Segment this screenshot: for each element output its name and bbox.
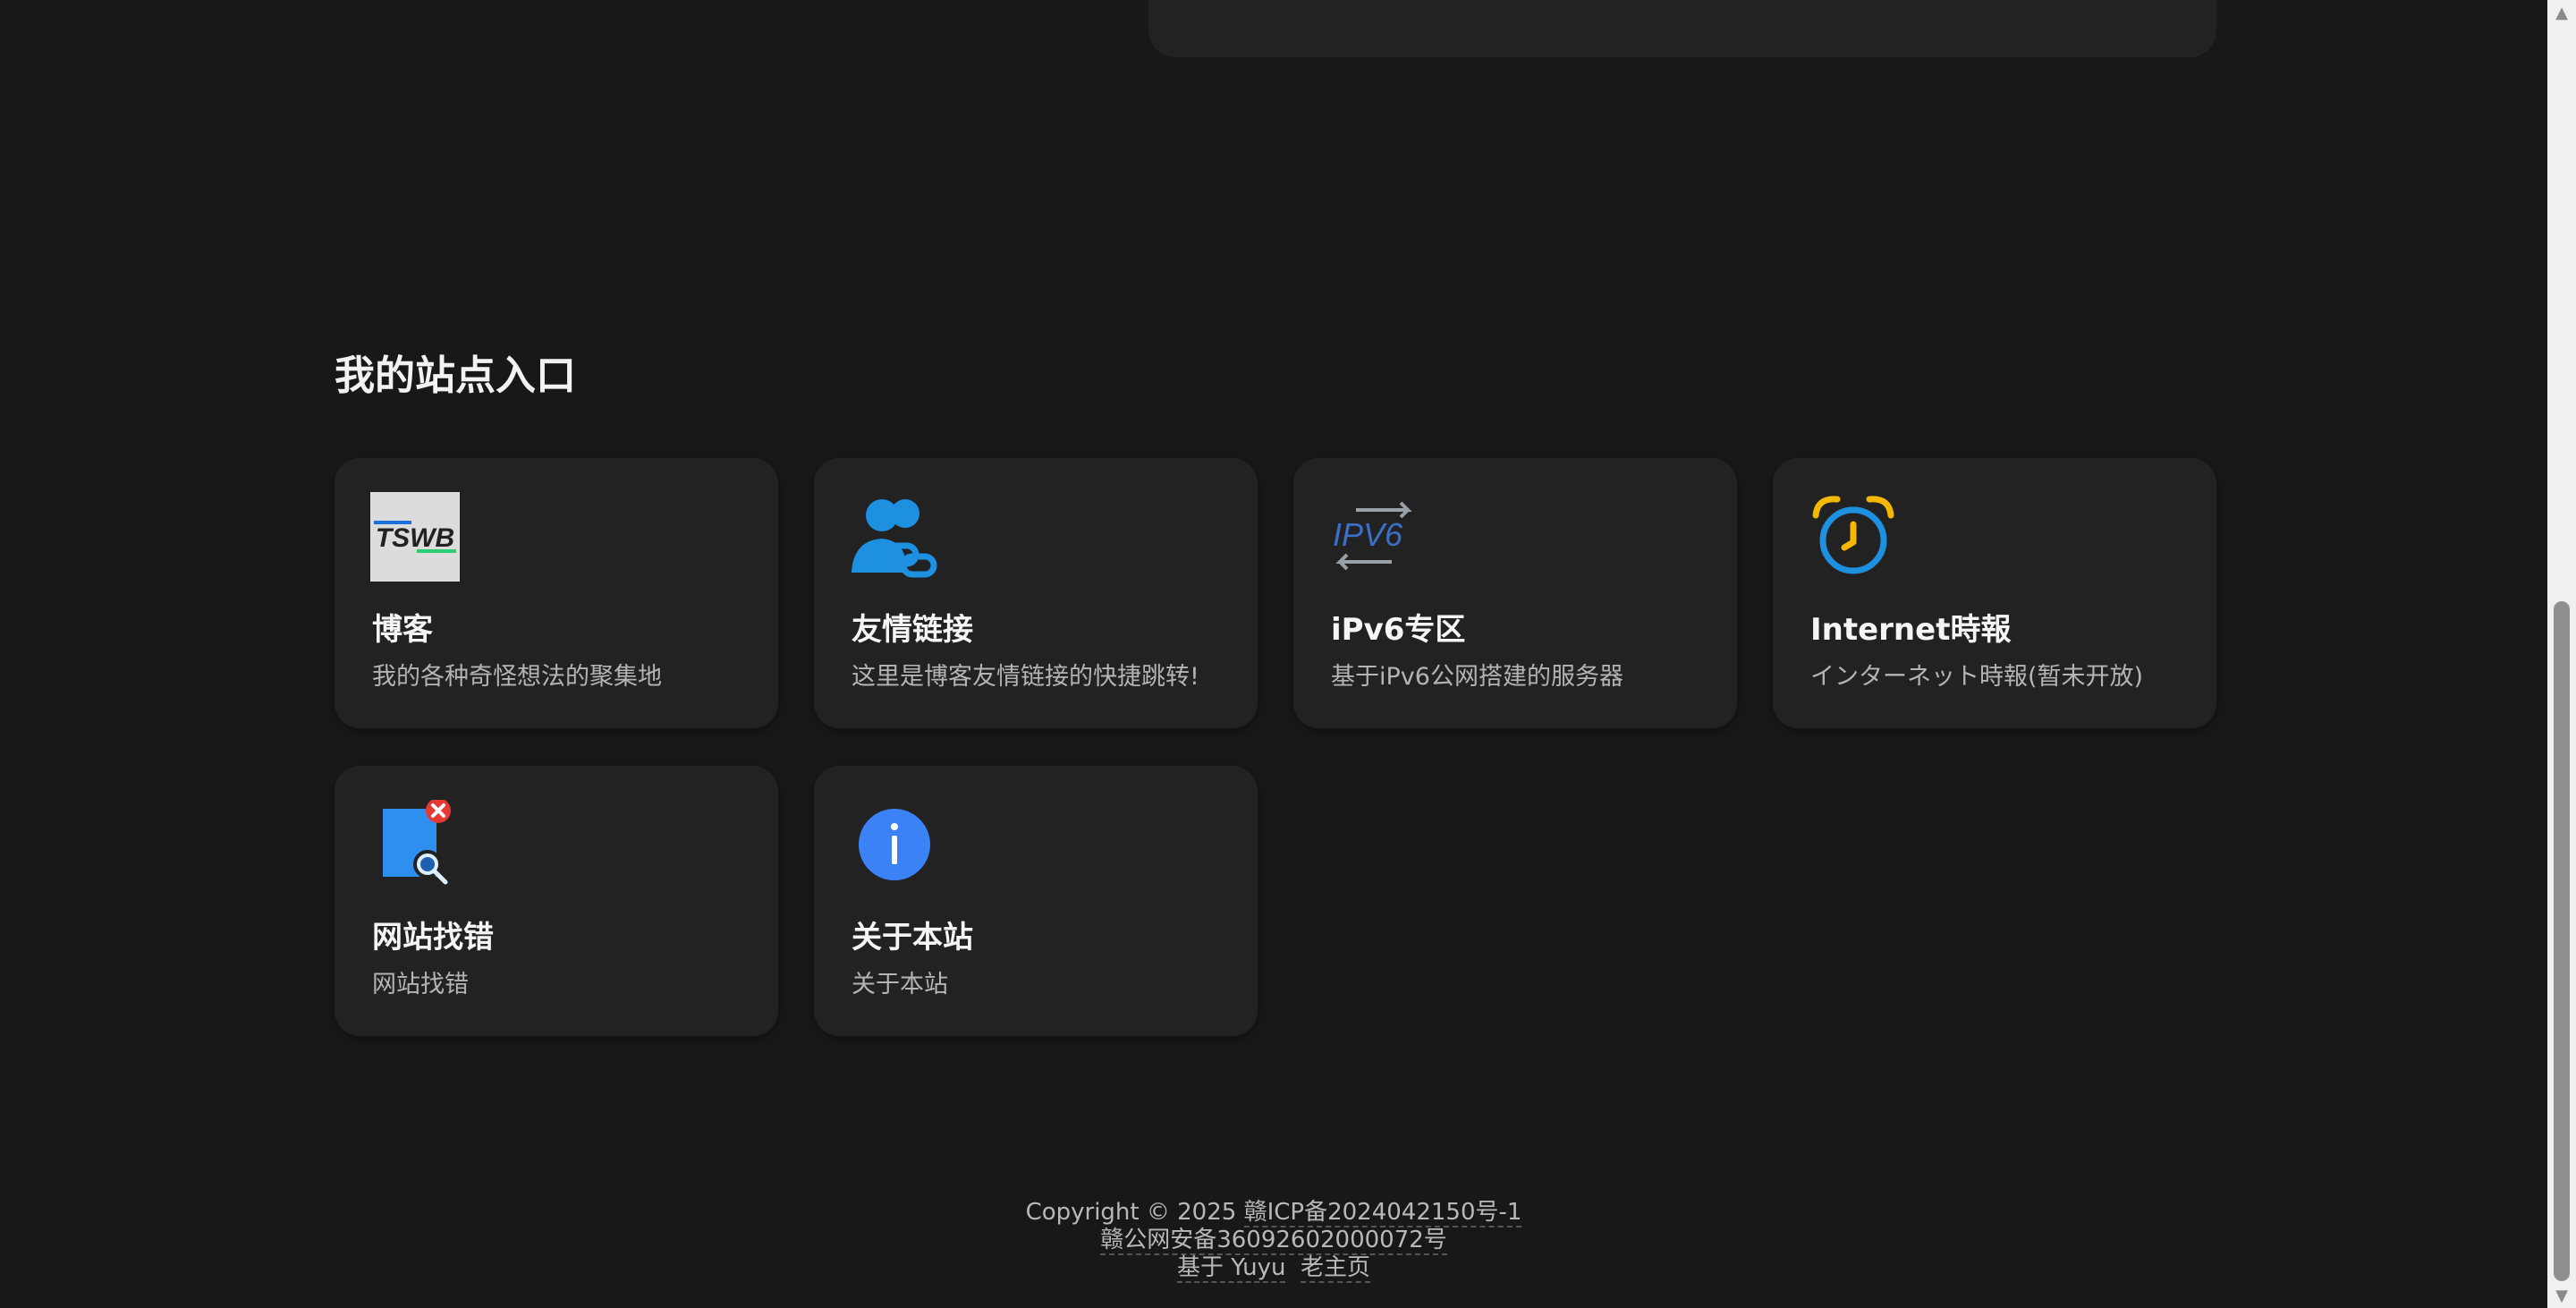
card-blog-desc: 我的各种奇怪想法的聚集地 bbox=[372, 663, 662, 691]
section-title: 我的站点入口 bbox=[335, 352, 577, 399]
card-blog-name: 博客 bbox=[372, 612, 433, 648]
svg-text:TSWB: TSWB bbox=[376, 523, 454, 553]
card-internet-jiho-desc: インターネット時報(暂未开放) bbox=[1810, 663, 2144, 691]
card-ipv6-desc: 基于iPv6公网搭建的服务器 bbox=[1331, 663, 1623, 691]
svg-text:IPV6: IPV6 bbox=[1333, 516, 1403, 553]
card-about-desc: 关于本站 bbox=[852, 971, 948, 998]
footer: Copyright © 2025 赣ICP备2024042150号-1 赣公网安… bbox=[0, 1199, 2547, 1283]
card-ipv6[interactable]: IPV6 iPv6专区 基于iPv6公网搭建的服务器 bbox=[1293, 458, 1737, 728]
previous-section-card bbox=[1148, 0, 2216, 57]
info-icon bbox=[850, 800, 939, 889]
alarm-clock-icon bbox=[1809, 492, 1898, 582]
footer-line-2: 赣公网安备36092602000072号 bbox=[0, 1227, 2547, 1255]
card-bug-report[interactable]: 网站找错 网站找错 bbox=[335, 766, 778, 1036]
based-on-link[interactable]: 基于 Yuyu bbox=[1176, 1254, 1286, 1283]
card-friends-desc: 这里是博客友情链接的快捷跳转! bbox=[852, 663, 1199, 691]
card-about-name: 关于本站 bbox=[852, 920, 973, 956]
card-friends-name: 友情链接 bbox=[852, 612, 973, 648]
vertical-scrollbar[interactable]: ▲ ▼ bbox=[2547, 0, 2576, 1308]
tswb-logo-icon: TSWB bbox=[370, 492, 460, 582]
friends-link-icon bbox=[850, 492, 939, 582]
card-about[interactable]: 关于本站 关于本站 bbox=[814, 766, 1258, 1036]
scroll-up-arrow-icon[interactable]: ▲ bbox=[2547, 0, 2576, 25]
card-bug-report-desc: 网站找错 bbox=[372, 971, 469, 998]
page: 我的站点入口 TSWB 博客 我的各种奇怪想法的聚集地 友情链接 这里是博客友情… bbox=[0, 0, 2576, 1308]
document-search-error-icon bbox=[370, 800, 460, 889]
police-record-link[interactable]: 赣公网安备36092602000072号 bbox=[1100, 1227, 1447, 1255]
old-home-link[interactable]: 老主页 bbox=[1301, 1254, 1371, 1283]
card-bug-report-name: 网站找错 bbox=[372, 920, 494, 956]
scroll-down-arrow-icon[interactable]: ▼ bbox=[2547, 1283, 2576, 1308]
ipv6-icon: IPV6 bbox=[1329, 492, 1419, 582]
card-ipv6-name: iPv6专区 bbox=[1331, 612, 1466, 648]
card-internet-jiho[interactable]: Internet時報 インターネット時報(暂未开放) bbox=[1773, 458, 2216, 728]
scrollbar-thumb[interactable] bbox=[2554, 601, 2570, 1281]
copyright-text: Copyright © 2025 bbox=[1025, 1199, 1237, 1226]
footer-line-1: Copyright © 2025 赣ICP备2024042150号-1 bbox=[0, 1199, 2547, 1227]
icp-link[interactable]: 赣ICP备2024042150号-1 bbox=[1243, 1199, 1522, 1227]
card-internet-jiho-name: Internet時報 bbox=[1810, 612, 2012, 648]
card-blog[interactable]: TSWB 博客 我的各种奇怪想法的聚集地 bbox=[335, 458, 778, 728]
footer-line-3: 基于 Yuyu 老主页 bbox=[0, 1254, 2547, 1283]
card-friends[interactable]: 友情链接 这里是博客友情链接的快捷跳转! bbox=[814, 458, 1258, 728]
